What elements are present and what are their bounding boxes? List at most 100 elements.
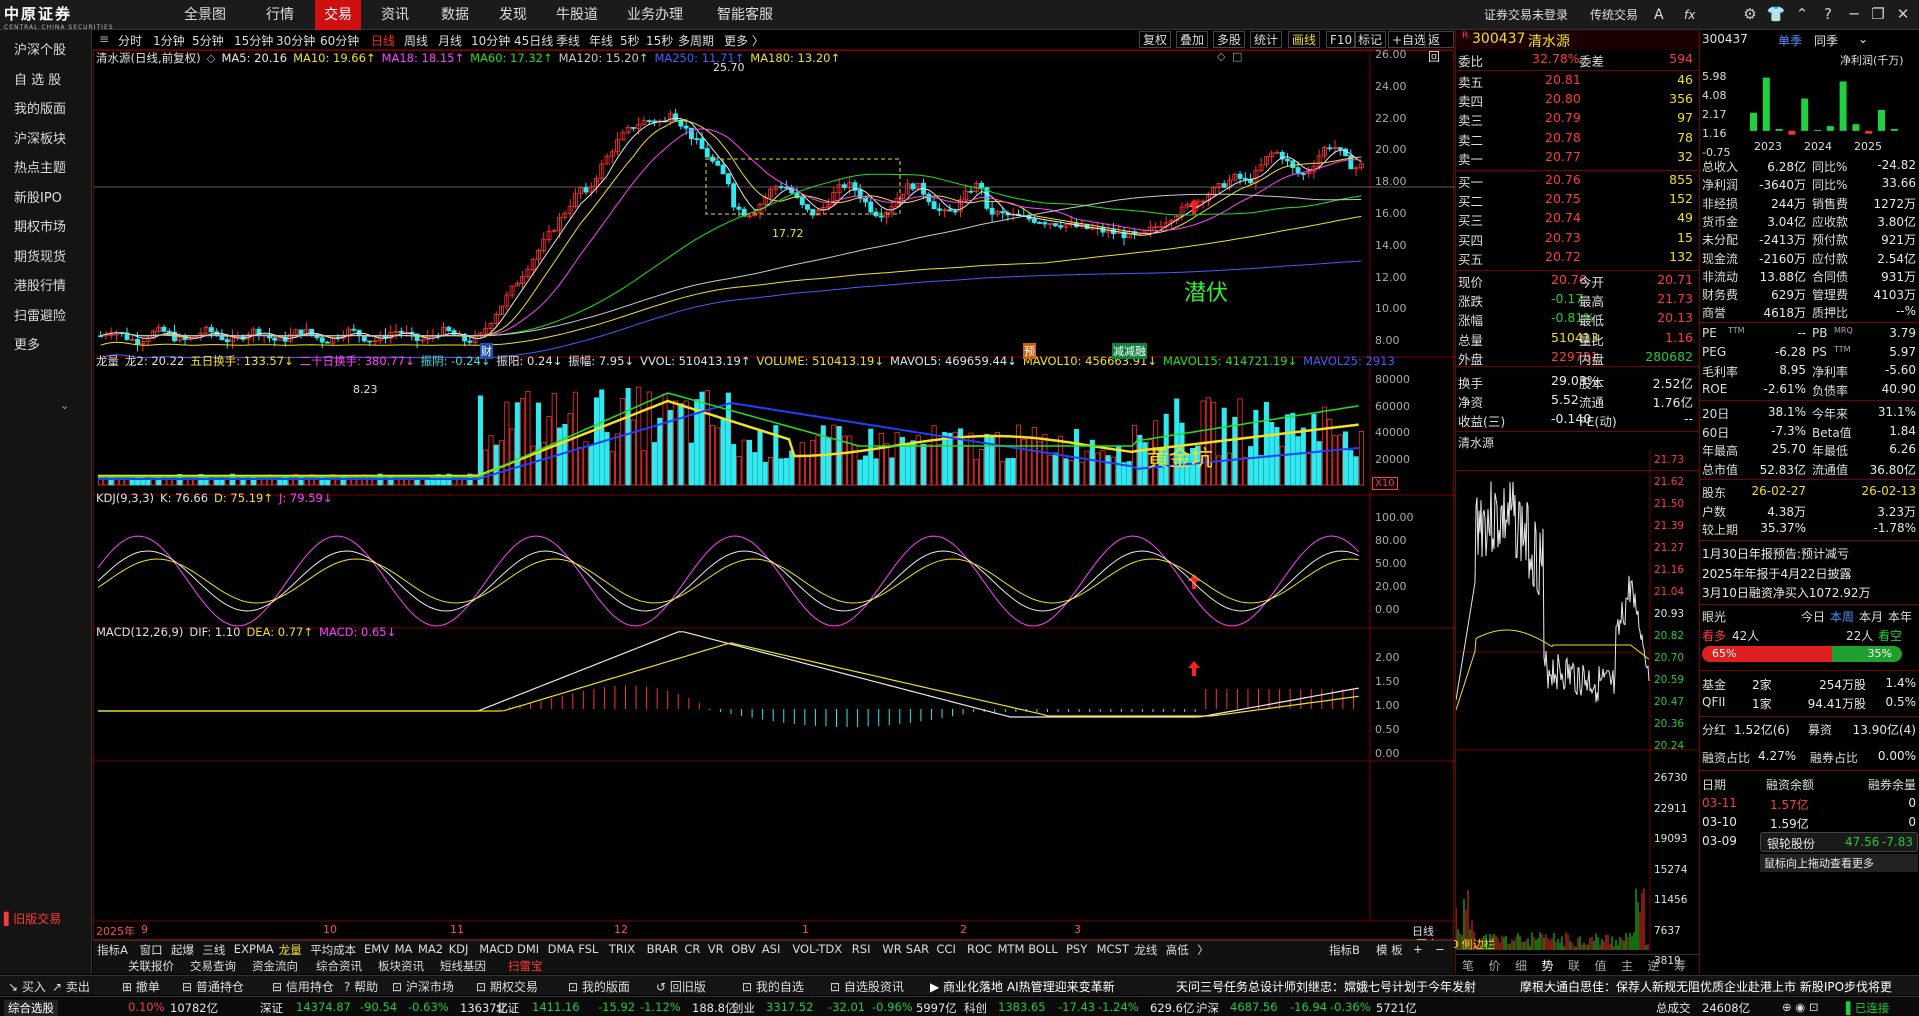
indicator-tab-18[interactable]: VR bbox=[708, 942, 724, 956]
indicator-tab-3[interactable]: 三线 bbox=[202, 942, 225, 958]
ticker-name-3[interactable]: 创业 bbox=[732, 1000, 755, 1016]
ticker-name-4[interactable]: 科创 bbox=[964, 1000, 987, 1016]
ticker-name-1[interactable]: 深证 bbox=[260, 1000, 283, 1016]
period-16[interactable]: 更多 〉 bbox=[724, 32, 764, 49]
sidebar-more-chevron-icon[interactable]: ⌄ bbox=[60, 399, 69, 412]
indicator-tab-30[interactable]: MCST bbox=[1097, 942, 1129, 956]
news-item-0[interactable]: 1月30日年报预告:预计减亏 bbox=[1702, 545, 1919, 563]
func-item-3[interactable]: ⊟ 普通持仓 bbox=[182, 978, 244, 995]
period-15[interactable]: 多周期 bbox=[678, 32, 714, 49]
toolbar-right-0[interactable]: 复权 bbox=[1139, 31, 1172, 48]
topnav-0[interactable]: 全景图 bbox=[175, 0, 235, 30]
indicator-tab-8[interactable]: MA bbox=[395, 942, 413, 956]
topnav-6[interactable]: 牛股道 bbox=[547, 0, 607, 30]
indicator-tab-15[interactable]: TRIX bbox=[609, 942, 635, 956]
func-item-2[interactable]: ⊞ 撤单 bbox=[122, 978, 160, 995]
event-marker-cai[interactable]: 财 bbox=[480, 343, 493, 359]
indicator-tab-16[interactable]: BRAR bbox=[647, 942, 678, 956]
eye-tab-3[interactable]: 本年 bbox=[1888, 608, 1912, 625]
func-item-7[interactable]: ⊡ 期权交易 bbox=[476, 978, 538, 995]
indicator-tab-20[interactable]: ASI bbox=[762, 942, 781, 956]
func-item-6[interactable]: ⊡ 沪深市场 bbox=[392, 978, 454, 995]
indicator-tab-12[interactable]: DMI bbox=[517, 942, 539, 956]
period-9[interactable]: 10分钟 bbox=[471, 32, 510, 49]
minimize-icon[interactable]: ─ bbox=[1844, 4, 1864, 24]
buy-row-2[interactable]: 买三 20.74 49 bbox=[1456, 209, 1699, 228]
help-icon[interactable]: ? bbox=[1818, 4, 1838, 24]
func-item-10[interactable]: ⊡ 我的自选 bbox=[742, 978, 804, 995]
font-size-icon[interactable]: A bbox=[1654, 0, 1664, 30]
indicator-b[interactable]: 指标B bbox=[1329, 942, 1360, 958]
period-0[interactable]: 分时 bbox=[118, 32, 142, 49]
trade-login-status[interactable]: 证券交易未登录 bbox=[1484, 0, 1568, 30]
period-11[interactable]: 季线 bbox=[556, 32, 580, 49]
kline-chart-area[interactable]: 清水源(日线,前复权) ◇ MA5: 20.16 MA10: 19.66↑ MA18: … bbox=[93, 48, 1455, 940]
indicator-tab-29[interactable]: PSY bbox=[1066, 942, 1087, 956]
indicator-tab-2[interactable]: 起爆 bbox=[171, 942, 194, 958]
ticker-icons[interactable]: ⊕ ◉ ⊡ bbox=[1782, 1000, 1819, 1014]
sell-row-2[interactable]: 卖三 20.79 97 bbox=[1456, 109, 1699, 128]
extra-item-3[interactable]: 综合资讯 bbox=[316, 958, 362, 974]
func-item-0[interactable]: ↘ 买入 bbox=[8, 978, 46, 995]
period-13[interactable]: 5秒 bbox=[620, 32, 640, 49]
period-1[interactable]: 1分钟 bbox=[153, 32, 185, 49]
rb-tab-3[interactable]: 势 bbox=[1542, 957, 1554, 974]
topnav-5[interactable]: 发现 bbox=[490, 0, 536, 30]
news-item-b[interactable]: 天问三号任务总设计师刘继忠：嫦娥七号计划于今年发射 bbox=[1176, 978, 1476, 995]
toolbar-right-6[interactable]: 标记 bbox=[1354, 31, 1387, 48]
remove-indicator-icon[interactable]: − bbox=[1435, 942, 1445, 956]
sidebar-item-5[interactable]: 新股IPO bbox=[14, 187, 62, 206]
sell-row-0[interactable]: 卖五 20.81 46 bbox=[1456, 71, 1699, 90]
indicator-tab-25[interactable]: CCI bbox=[936, 942, 955, 956]
news-item-c[interactable]: 摩根大通白思佳：保荐人新规无阻优质企业赴港上市 新股IPO步伐将更 bbox=[1520, 978, 1892, 995]
func-item-11[interactable]: ⊡ 自选股资讯 bbox=[830, 978, 904, 995]
indicator-tab-19[interactable]: OBV bbox=[731, 942, 755, 956]
indicator-tab-10[interactable]: KDJ bbox=[449, 942, 469, 956]
func-item-4[interactable]: ⊟ 信用持仓 bbox=[272, 978, 334, 995]
buy-row-4[interactable]: 买五 20.72 132 bbox=[1456, 248, 1699, 267]
extra-item-2[interactable]: 资金流向 bbox=[252, 958, 298, 974]
period-12[interactable]: 年线 bbox=[589, 32, 613, 49]
rb-tab-2[interactable]: 细 bbox=[1515, 957, 1527, 974]
sidebar-item-7[interactable]: 期货现货 bbox=[14, 246, 66, 265]
toolbar-right-4[interactable]: 画线 bbox=[1288, 31, 1321, 48]
toolbar-right-3[interactable]: 统计 bbox=[1250, 31, 1283, 48]
indicator-tab-14[interactable]: FSL bbox=[578, 942, 598, 956]
indicator-tab-5[interactable]: 龙量 bbox=[279, 942, 302, 958]
period-14[interactable]: 15秒 bbox=[646, 32, 673, 49]
sell-row-1[interactable]: 卖四 20.80 356 bbox=[1456, 90, 1699, 109]
indicator-tab-1[interactable]: 窗口 bbox=[140, 942, 163, 958]
trade-mode-button[interactable]: 传统交易 bbox=[1590, 0, 1638, 30]
buy-row-3[interactable]: 买四 20.73 15 bbox=[1456, 229, 1699, 248]
func-item-9[interactable]: ↺ 回旧版 bbox=[656, 978, 706, 995]
rb-tab-6[interactable]: 主 bbox=[1621, 957, 1633, 974]
event-marker-rong[interactable]: 减减融 bbox=[1112, 343, 1147, 359]
topnav-7[interactable]: 业务办理 bbox=[620, 0, 690, 30]
toolbar-right-2[interactable]: 多股 bbox=[1213, 31, 1246, 48]
ticker-stock-box[interactable]: 银轮股份 47.56 -7.83 bbox=[1760, 832, 1918, 852]
rb-tab-1[interactable]: 价 bbox=[1489, 957, 1501, 974]
topnav-2[interactable]: 交易 bbox=[315, 0, 361, 30]
period-10[interactable]: 45日线 bbox=[514, 32, 553, 49]
period-2[interactable]: 5分钟 bbox=[192, 32, 224, 49]
sell-row-3[interactable]: 卖二 20.78 78 bbox=[1456, 129, 1699, 148]
news-item-1[interactable]: 2025年年报于4月22日披露 bbox=[1702, 565, 1919, 583]
indicator-tab-17[interactable]: CR bbox=[684, 942, 700, 956]
indicator-tab-26[interactable]: ROC bbox=[967, 942, 992, 956]
template-button[interactable]: 模 板 bbox=[1376, 942, 1403, 958]
sidebar-item-0[interactable]: 沪深个股 bbox=[14, 39, 66, 58]
news-item-2[interactable]: 3月10日融资净买入1072.92万 bbox=[1702, 584, 1919, 602]
sell-row-4[interactable]: 卖一 20.77 32 bbox=[1456, 148, 1699, 167]
indicator-tab-22[interactable]: RSI bbox=[852, 942, 871, 956]
toolbar-menu-icon[interactable]: ≡ bbox=[99, 32, 109, 46]
indicator-tab-23[interactable]: WR bbox=[882, 942, 901, 956]
topnav-8[interactable]: 智能客服 bbox=[705, 0, 785, 30]
restore-icon[interactable]: ❐ bbox=[1868, 4, 1888, 24]
topnav-3[interactable]: 资讯 bbox=[372, 0, 418, 30]
ticker-left-label[interactable]: 综合选股 bbox=[4, 1000, 58, 1016]
ticker-name-5[interactable]: 沪深 bbox=[1196, 1000, 1219, 1016]
ticker-name-2[interactable]: 北证 bbox=[496, 1000, 519, 1016]
func-item-8[interactable]: ⊡ 我的版面 bbox=[568, 978, 630, 995]
topnav-1[interactable]: 行情 bbox=[255, 0, 305, 30]
sidebar-item-2[interactable]: 我的版面 bbox=[14, 98, 66, 117]
